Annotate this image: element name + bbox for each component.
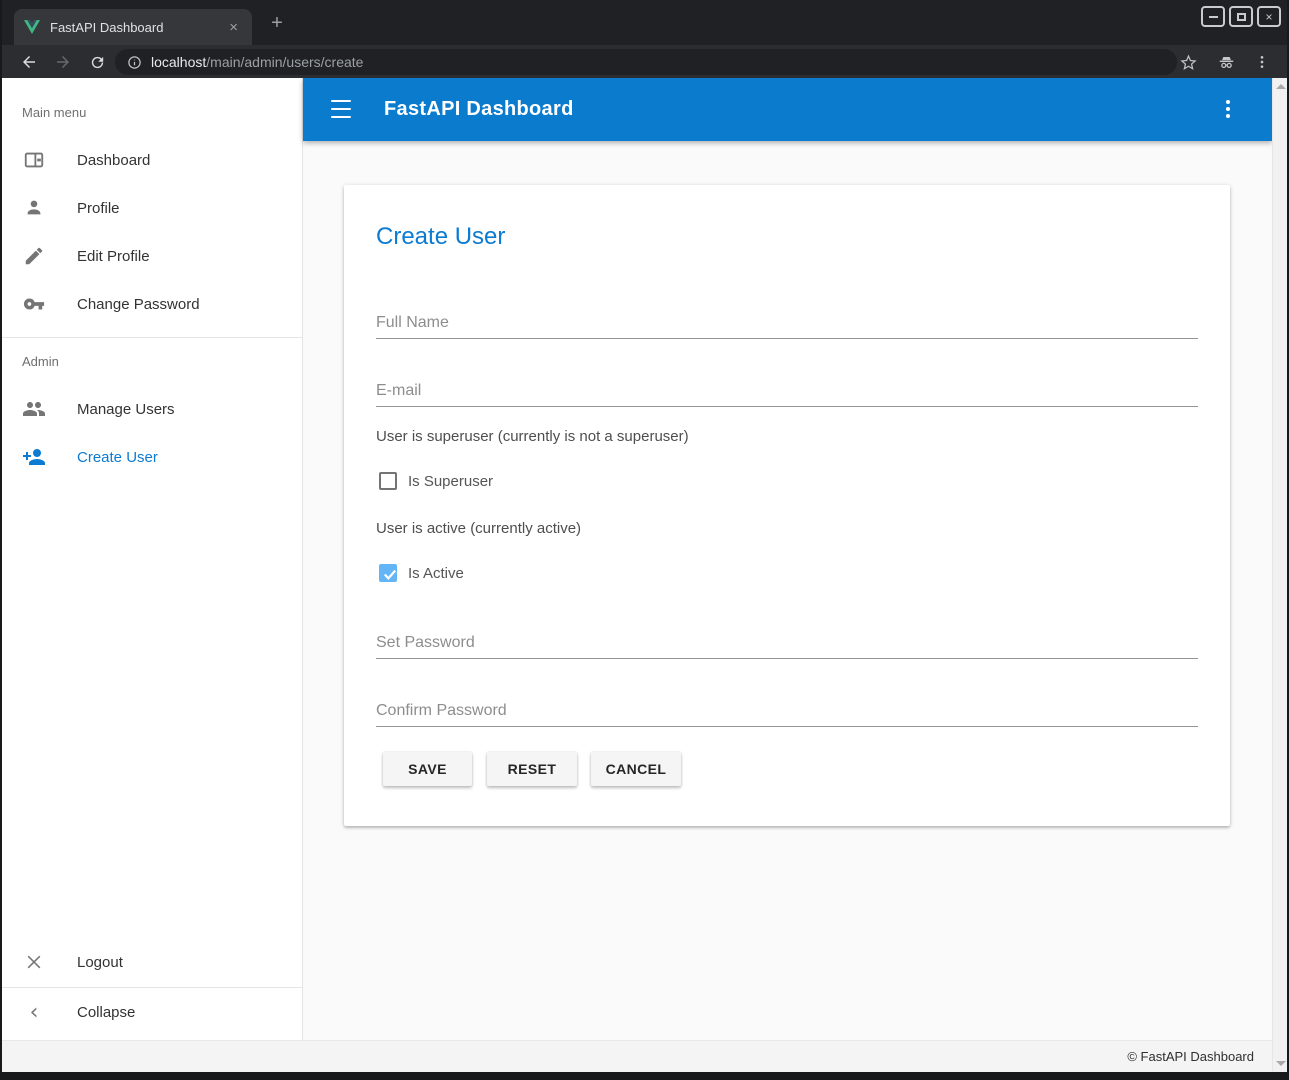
star-icon — [1180, 54, 1197, 71]
sidebar-item-label: Collapse — [77, 988, 135, 1036]
window-minimize-button[interactable] — [1201, 6, 1225, 27]
scroll-down-arrow-icon[interactable] — [1276, 1061, 1286, 1066]
confirm-password-field-wrap — [376, 695, 1198, 727]
close-x-icon — [22, 950, 46, 974]
tab-strip: FastAPI Dashboard × + × — [2, 0, 1287, 45]
sidebar-item-profile[interactable]: Profile — [2, 184, 302, 232]
window-maximize-button[interactable] — [1229, 6, 1253, 27]
page-footer: © FastAPI Dashboard — [2, 1040, 1272, 1072]
vue-favicon-icon — [24, 20, 40, 34]
full-name-field-wrap — [376, 307, 1198, 339]
copyright-text: © FastAPI Dashboard — [1127, 1049, 1254, 1064]
hamburger-icon — [331, 100, 351, 102]
sidebar-divider — [2, 337, 302, 338]
vertical-scrollbar[interactable] — [1272, 78, 1287, 1072]
app-title: FastAPI Dashboard — [384, 78, 574, 141]
kebab-menu-icon — [1254, 54, 1270, 70]
sidebar-item-dashboard[interactable]: Dashboard — [2, 136, 302, 184]
sidebar-item-edit-profile[interactable]: Edit Profile — [2, 232, 302, 280]
active-hint: User is active (currently active) — [376, 520, 581, 537]
sidebar-item-manage-users[interactable]: Manage Users — [2, 385, 302, 433]
info-icon — [127, 55, 142, 70]
forward-button[interactable] — [50, 49, 76, 75]
tab-title: FastAPI Dashboard — [50, 20, 225, 35]
email-field-wrap — [376, 375, 1198, 407]
sidebar: Main menu Dashboard Profile — [2, 78, 303, 1040]
sidebar-item-label: Change Password — [77, 280, 200, 328]
sidebar-section-main-menu: Main menu — [22, 105, 86, 120]
is-superuser-checkbox-row[interactable]: Is Superuser — [379, 471, 493, 491]
full-name-input[interactable] — [376, 307, 1198, 339]
back-arrow-icon — [20, 53, 38, 71]
reload-button[interactable] — [84, 49, 110, 75]
hamburger-menu-button[interactable] — [327, 95, 355, 123]
checkbox-checked-icon[interactable] — [379, 564, 397, 582]
app-menu-button[interactable] — [1214, 95, 1242, 123]
sidebar-item-label: Edit Profile — [77, 232, 150, 280]
email-input[interactable] — [376, 375, 1198, 407]
sidebar-item-label: Manage Users — [77, 385, 175, 433]
reset-button[interactable]: RESET — [487, 752, 577, 786]
sidebar-section-admin: Admin — [22, 354, 59, 369]
set-password-field-wrap — [376, 627, 1198, 659]
save-button[interactable]: SAVE — [383, 752, 472, 786]
page-title: Create User — [376, 223, 505, 251]
app-header: FastAPI Dashboard — [303, 78, 1272, 141]
sidebar-item-change-password[interactable]: Change Password — [2, 280, 302, 328]
checkbox-label: Is Active — [408, 565, 464, 582]
browser-tab[interactable]: FastAPI Dashboard × — [14, 9, 252, 45]
people-icon — [22, 397, 46, 421]
back-button[interactable] — [16, 49, 42, 75]
incognito-indicator — [1213, 49, 1239, 75]
sidebar-item-logout[interactable]: Logout — [2, 938, 302, 986]
bookmark-button[interactable] — [1175, 49, 1201, 75]
window-controls: × — [1201, 6, 1281, 27]
person-icon — [22, 196, 46, 220]
sidebar-item-create-user[interactable]: Create User — [2, 433, 302, 481]
sidebar-item-label: Logout — [77, 938, 123, 986]
incognito-icon — [1217, 53, 1236, 72]
checkbox-label: Is Superuser — [408, 473, 493, 490]
url-host: localhost — [151, 54, 206, 70]
confirm-password-input[interactable] — [376, 695, 1198, 727]
url-text: localhost/main/admin/users/create — [151, 54, 363, 70]
create-user-card: Create User User is superuser (currently… — [344, 185, 1230, 826]
cancel-button[interactable]: CANCEL — [591, 752, 681, 786]
is-active-checkbox-row[interactable]: Is Active — [379, 563, 464, 583]
superuser-hint: User is superuser (currently is not a su… — [376, 428, 689, 445]
sidebar-item-label: Create User — [77, 433, 158, 481]
sidebar-item-collapse[interactable]: ‹ Collapse — [2, 988, 302, 1036]
window-close-button[interactable]: × — [1257, 6, 1281, 27]
checkbox-unchecked-icon[interactable] — [379, 472, 397, 490]
sidebar-item-label: Profile — [77, 184, 120, 232]
set-password-input[interactable] — [376, 627, 1198, 659]
browser-toolbar: localhost/main/admin/users/create — [2, 45, 1287, 78]
page-content: Main menu Dashboard Profile — [2, 78, 1287, 1072]
new-tab-button[interactable]: + — [264, 10, 290, 36]
browser-window: FastAPI Dashboard × + × localhost/main/a… — [0, 0, 1289, 1080]
url-path: /main/admin/users/create — [206, 54, 363, 70]
kebab-dots-icon — [1226, 100, 1230, 104]
tab-close-icon[interactable]: × — [225, 18, 242, 37]
maximize-icon — [1237, 13, 1246, 21]
minimize-icon — [1209, 16, 1218, 18]
dashboard-icon — [22, 148, 46, 172]
reload-icon — [89, 54, 106, 71]
key-icon — [22, 292, 46, 316]
person-add-icon — [22, 445, 46, 469]
browser-menu-button[interactable] — [1249, 49, 1275, 75]
address-bar[interactable]: localhost/main/admin/users/create — [115, 49, 1177, 75]
pencil-icon — [22, 244, 46, 268]
forward-arrow-icon — [54, 53, 72, 71]
chevron-left-icon: ‹ — [22, 1000, 46, 1024]
sidebar-item-label: Dashboard — [77, 136, 150, 184]
scroll-up-arrow-icon[interactable] — [1276, 84, 1286, 89]
